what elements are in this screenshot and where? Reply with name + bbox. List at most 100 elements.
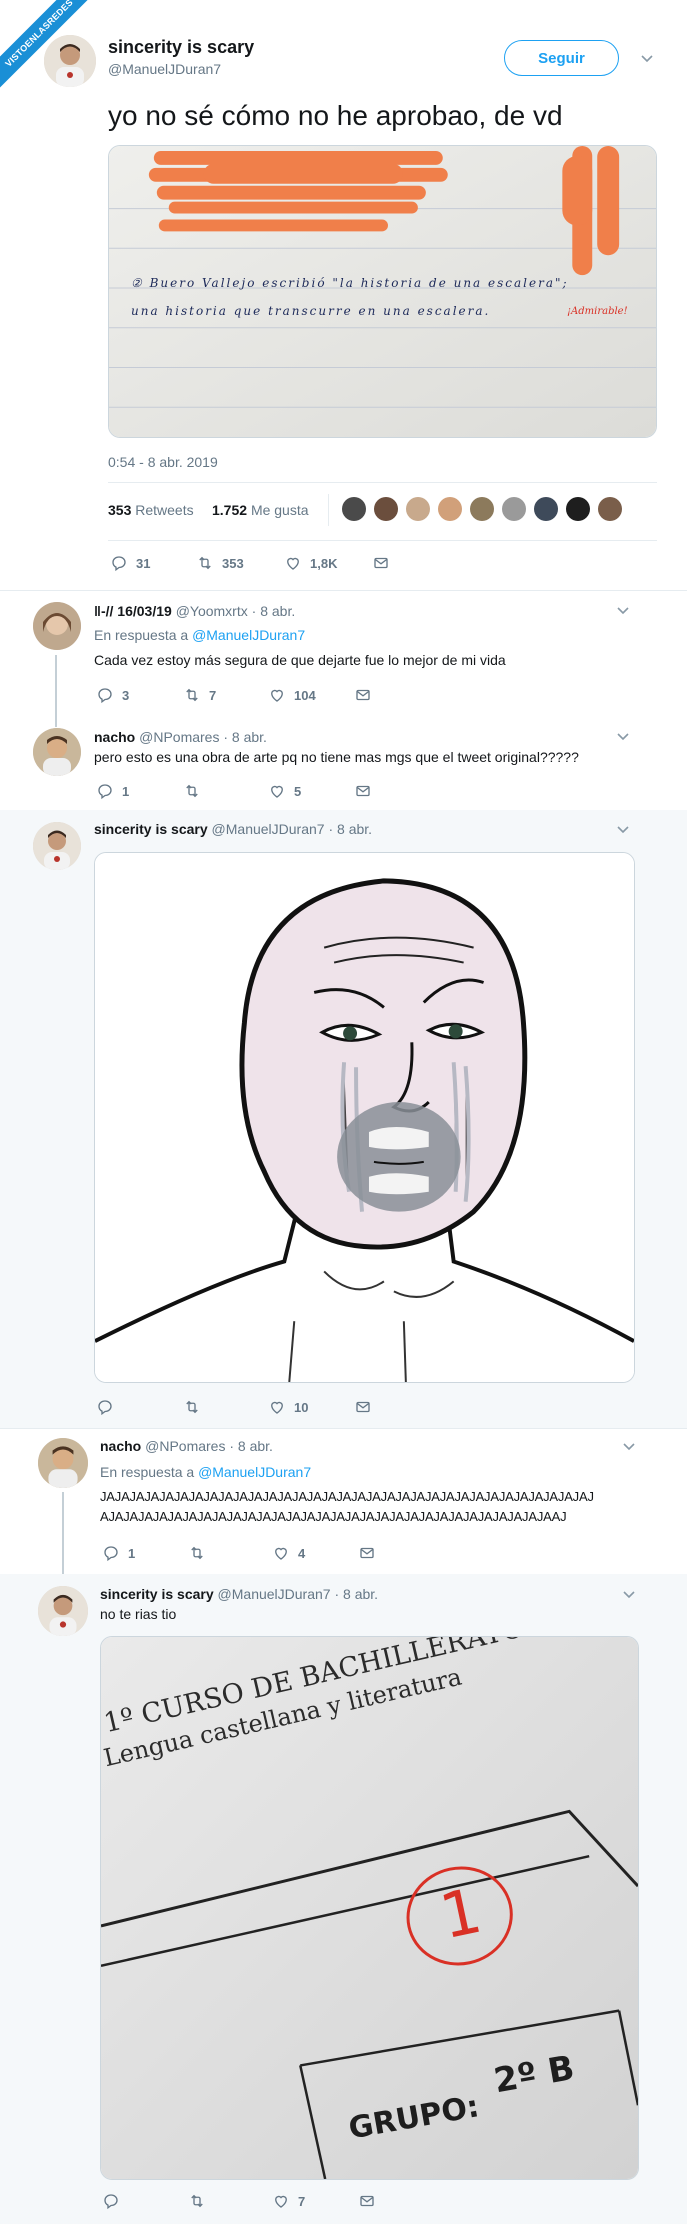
reply-author-name[interactable]: nacho (94, 729, 135, 745)
liker-avatar[interactable] (470, 497, 494, 521)
reply-to-link[interactable]: @ManuelJDuran7 (198, 1464, 311, 1480)
reply-time[interactable]: · 8 abr. (223, 729, 267, 745)
liker-avatar[interactable] (598, 497, 622, 521)
likes-stats[interactable]: 1.752 Me gusta (212, 502, 309, 518)
envelope-icon (374, 557, 388, 569)
chevron-down-icon[interactable] (617, 733, 629, 741)
reply-avatar[interactable] (33, 728, 81, 776)
reply-to-link[interactable]: @ManuelJDuran7 (192, 627, 305, 643)
divider (0, 590, 687, 591)
liker-avatar[interactable] (406, 497, 430, 521)
reply-header[interactable]: nacho @NPomares · 8 abr. (100, 1438, 273, 1454)
retweet-icon (186, 688, 198, 702)
liker-avatar[interactable] (566, 497, 590, 521)
chevron-down-icon[interactable] (617, 607, 629, 615)
dm-button[interactable] (372, 554, 390, 572)
liker-avatar[interactable] (438, 497, 462, 521)
reply-author-name[interactable]: sincerity is scary (94, 821, 208, 837)
chevron-down-icon[interactable] (623, 1443, 635, 1451)
reply-button[interactable] (102, 2192, 128, 2210)
thread-line (55, 655, 57, 727)
reply-header[interactable]: sincerity is scary @ManuelJDuran7 · 8 ab… (94, 821, 372, 837)
reply-button[interactable]: 1 (102, 1544, 135, 1562)
reply-author-handle[interactable]: @NPomares (145, 1438, 225, 1454)
dm-button[interactable] (354, 782, 372, 800)
retweet-button[interactable] (188, 1544, 214, 1562)
reply-header[interactable]: ‖-// 16/03/19 @Yoomxrtx · 8 abr. (94, 603, 295, 619)
reply-photo-exam-grade[interactable]: 1º CURSO DE BACHILLERATO Lengua castella… (100, 1636, 639, 2180)
reply-text: pero esto es una obra de arte pq no tien… (94, 749, 579, 765)
retweet-button[interactable]: 7 (183, 686, 216, 704)
like-count: 104 (294, 687, 316, 703)
reply-button[interactable]: 31 (110, 554, 150, 572)
retweet-button[interactable]: 353 (196, 554, 244, 572)
reply-author-name[interactable]: sincerity is scary (100, 1586, 214, 1602)
reply-count: 1 (128, 1545, 136, 1561)
reply-author-handle[interactable]: @Yoomxrtx (176, 603, 248, 619)
dm-button[interactable] (354, 686, 372, 704)
reply-button[interactable]: 1 (96, 782, 129, 800)
tweet-photo-exam[interactable]: ② Buero Vallejo escribió "la historia de… (108, 145, 657, 438)
reply-time[interactable]: · 8 abr. (328, 821, 372, 837)
retweet-count: 7 (209, 687, 217, 703)
reply-prefix: En respuesta a (100, 1464, 195, 1480)
retweet-button[interactable] (183, 782, 209, 800)
reply-count: 3 (122, 687, 130, 703)
reply-photo-wojak[interactable] (94, 852, 635, 1383)
dm-button[interactable] (358, 1544, 376, 1562)
reply-time[interactable]: · 8 abr. (229, 1438, 273, 1454)
liker-avatar[interactable] (502, 497, 526, 521)
likes-label: Me gusta (250, 502, 309, 518)
reply-avatar[interactable] (33, 822, 81, 870)
reply-button[interactable]: 3 (96, 686, 129, 704)
like-button[interactable]: 10 (268, 1398, 308, 1416)
liker-avatar[interactable] (342, 497, 366, 521)
reply-time[interactable]: · 8 abr. (334, 1586, 378, 1602)
tweet-text: yo no sé cómo no he aprobao, de vd (108, 100, 563, 131)
like-button[interactable]: 104 (268, 686, 316, 704)
reply-text: no te rias tio (100, 1606, 177, 1622)
dm-button[interactable] (358, 2192, 376, 2210)
reply-context: En respuesta a @ManuelJDuran7 (100, 1464, 311, 1480)
reply-author-handle[interactable]: @NPomares (139, 729, 219, 745)
liker-avatar[interactable] (374, 497, 398, 521)
reply-avatar[interactable] (38, 1438, 88, 1488)
reply-author-name[interactable]: nacho (100, 1438, 141, 1454)
dm-button[interactable] (354, 1398, 372, 1416)
reply-avatar[interactable] (38, 1586, 88, 1636)
reply-avatar[interactable] (33, 602, 81, 650)
chevron-down-icon[interactable] (617, 826, 629, 834)
likes-count: 1.752 (212, 502, 248, 518)
reply-author-handle[interactable]: @ManuelJDuran7 (212, 821, 325, 837)
reply-button[interactable] (96, 1398, 122, 1416)
liker-avatar[interactable] (534, 497, 558, 521)
like-button[interactable]: 7 (272, 2192, 305, 2210)
author-handle[interactable]: @ManuelJDuran7 (108, 61, 221, 77)
likers-avatars[interactable] (342, 497, 622, 521)
envelope-icon (356, 689, 370, 701)
reply-header[interactable]: sincerity is scary @ManuelJDuran7 · 8 ab… (100, 1586, 378, 1602)
heart-icon (271, 785, 283, 798)
follow-button[interactable]: Seguir (504, 40, 619, 76)
chevron-down-icon[interactable] (623, 1591, 635, 1599)
tweet-timestamp[interactable]: 0:54 - 8 abr. 2019 (108, 454, 218, 470)
reply-count: 31 (136, 555, 151, 571)
chevron-down-icon[interactable] (641, 55, 653, 63)
retweet-stats[interactable]: 353 Retweets (108, 502, 194, 518)
author-name[interactable]: sincerity is scary (108, 37, 254, 58)
reply-author-name[interactable]: ‖-// 16/03/19 (94, 603, 172, 619)
reply-time[interactable]: · 8 abr. (252, 603, 296, 619)
retweet-button[interactable] (188, 2192, 214, 2210)
reply-header[interactable]: nacho @NPomares · 8 abr. (94, 729, 267, 745)
retweet-count: 353 (222, 555, 244, 571)
like-count: 4 (298, 1545, 306, 1561)
author-avatar[interactable] (44, 35, 96, 87)
like-button[interactable]: 1,8K (284, 554, 337, 572)
reply-author-handle[interactable]: @ManuelJDuran7 (218, 1586, 331, 1602)
reply-icon (98, 688, 112, 704)
retweet-button[interactable] (183, 1398, 209, 1416)
like-button[interactable]: 4 (272, 1544, 305, 1562)
like-button[interactable]: 5 (268, 782, 301, 800)
retweet-icon (199, 556, 211, 570)
reply-context: En respuesta a @ManuelJDuran7 (94, 627, 305, 643)
